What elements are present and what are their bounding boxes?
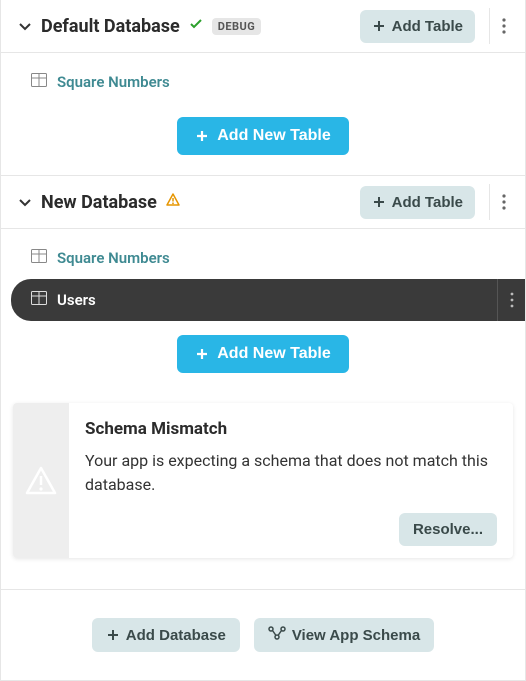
chevron-down-icon[interactable] (17, 18, 33, 34)
add-table-button[interactable]: Add Table (360, 10, 475, 43)
add-new-table-label: Add New Table (217, 127, 331, 145)
add-new-table-button[interactable]: Add New Table (177, 335, 349, 373)
table-name: Square Numbers (57, 249, 170, 267)
resolve-button[interactable]: Resolve... (399, 513, 497, 546)
view-app-schema-label: View App Schema (292, 627, 420, 644)
table-row-active[interactable]: Users (11, 279, 525, 321)
chevron-down-icon[interactable] (17, 194, 33, 210)
resolve-label: Resolve... (413, 521, 483, 538)
schema-icon (268, 626, 286, 644)
view-app-schema-button[interactable]: View App Schema (254, 618, 434, 652)
add-table-button[interactable]: Add Table (360, 186, 475, 219)
table-icon (31, 291, 47, 309)
warning-card: Schema Mismatch Your app is expecting a … (13, 403, 513, 558)
add-table-label: Add Table (392, 194, 463, 211)
table-icon (31, 73, 47, 91)
warning-card-icon (13, 403, 69, 558)
database-title: New Database (41, 192, 157, 213)
database-section: Default Database DEBUG Add Table Square … (1, 0, 525, 175)
add-database-button[interactable]: Add Database (92, 618, 240, 652)
more-icon[interactable] (489, 8, 517, 44)
add-new-table-button[interactable]: Add New Table (177, 117, 349, 155)
table-name: Users (57, 291, 96, 309)
debug-badge: DEBUG (212, 18, 262, 35)
database-header: Default Database DEBUG Add Table (1, 0, 525, 53)
table-list: Square Numbers (1, 53, 525, 103)
table-list: Square Numbers Users (1, 229, 525, 321)
add-table-label: Add Table (392, 18, 463, 35)
warning-message: Your app is expecting a schema that does… (85, 449, 497, 497)
warning-icon (165, 192, 181, 212)
table-name: Square Numbers (57, 73, 170, 91)
footer: Add Database View App Schema (1, 589, 525, 680)
database-section: New Database Add Table Square Numbers (1, 175, 525, 578)
database-title: Default Database (41, 16, 180, 37)
more-icon[interactable] (489, 184, 517, 220)
table-row[interactable]: Square Numbers (1, 61, 525, 103)
warning-title: Schema Mismatch (85, 419, 497, 439)
database-header: New Database Add Table (1, 175, 525, 229)
add-new-table-label: Add New Table (217, 345, 331, 363)
table-row[interactable]: Square Numbers (1, 237, 525, 279)
more-icon[interactable] (497, 279, 525, 321)
add-database-label: Add Database (126, 627, 226, 644)
check-icon (188, 16, 204, 36)
table-icon (31, 249, 47, 267)
